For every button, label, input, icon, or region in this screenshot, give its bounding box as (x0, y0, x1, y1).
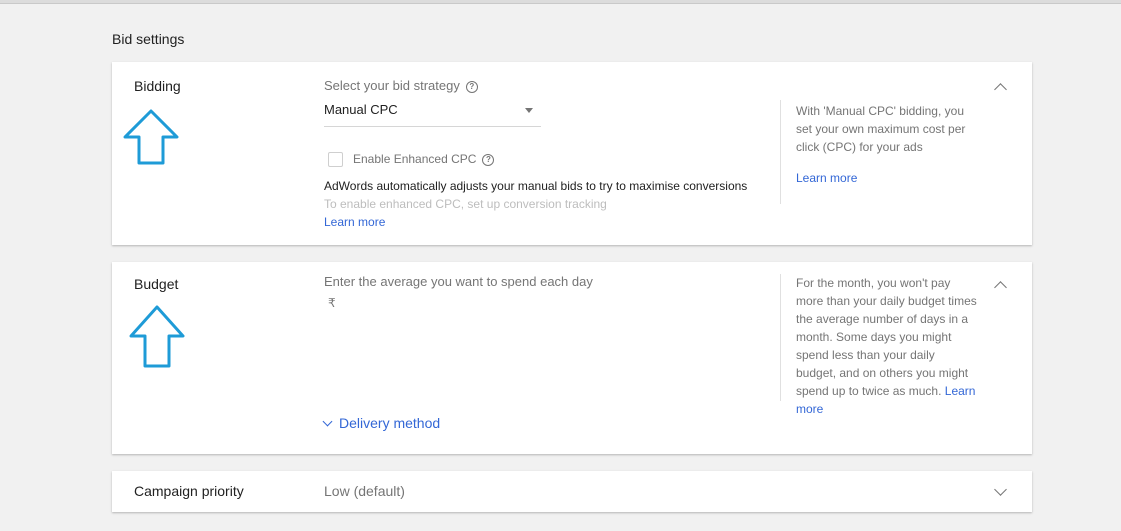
bidding-side-text: With 'Manual CPC' bidding, you set your … (796, 104, 966, 154)
delivery-method-label: Delivery method (339, 415, 441, 431)
budget-input[interactable]: ₹ (328, 296, 528, 310)
enhanced-cpc-checkbox[interactable] (328, 152, 343, 167)
budget-side-description: For the month, you won't pay more than y… (796, 276, 977, 398)
bid-strategy-heading: Select your bid strategy? (324, 78, 478, 93)
learn-more-link[interactable]: Learn more (324, 215, 385, 229)
campaign-priority-value: Low (default) (324, 483, 405, 499)
section-title: Bid settings (112, 31, 185, 47)
enhanced-cpc-description: AdWords automatically adjusts your manua… (324, 179, 748, 193)
help-circle-icon[interactable]: ? (482, 153, 495, 166)
currency-symbol: ₹ (328, 296, 336, 310)
enhanced-cpc-label: Enable Enhanced CPC (353, 152, 477, 166)
side-divider (780, 100, 781, 204)
bid-strategy-value: Manual CPC (324, 102, 398, 117)
side-divider (780, 274, 781, 401)
budget-label: Budget (134, 276, 179, 292)
delivery-method-toggle[interactable]: Delivery method (322, 415, 441, 431)
campaign-priority-label: Campaign priority (134, 483, 244, 499)
budget-side-text: For the month, you won't pay more than y… (796, 274, 978, 418)
budget-card: Budget Enter the average you want to spe… (112, 262, 1032, 454)
bidding-card: Bidding Select your bid strategy? Manual… (112, 62, 1032, 245)
side-learn-more-link[interactable]: Learn more (796, 171, 857, 185)
enhanced-cpc-row: Enable Enhanced CPC? (353, 152, 495, 166)
top-divider (0, 0, 1121, 4)
help-circle-icon[interactable]: ? (465, 80, 478, 93)
bid-strategy-select[interactable]: Manual CPC (324, 102, 541, 127)
chevron-up-icon[interactable] (994, 281, 1007, 294)
chevron-down-icon[interactable] (994, 483, 1007, 496)
up-arrow-annotation-icon (123, 109, 179, 165)
budget-prompt: Enter the average you want to spend each… (324, 274, 593, 289)
dropdown-caret-icon (525, 108, 533, 113)
up-arrow-annotation-icon (129, 305, 185, 368)
bidding-label: Bidding (134, 78, 181, 94)
enhanced-cpc-hint: To enable enhanced CPC, set up conversio… (324, 197, 607, 211)
campaign-priority-card[interactable]: Campaign priority Low (default) (112, 471, 1032, 512)
chevron-up-icon[interactable] (994, 83, 1007, 96)
chevron-down-icon (322, 416, 333, 427)
bid-strategy-label: Select your bid strategy (324, 78, 460, 93)
